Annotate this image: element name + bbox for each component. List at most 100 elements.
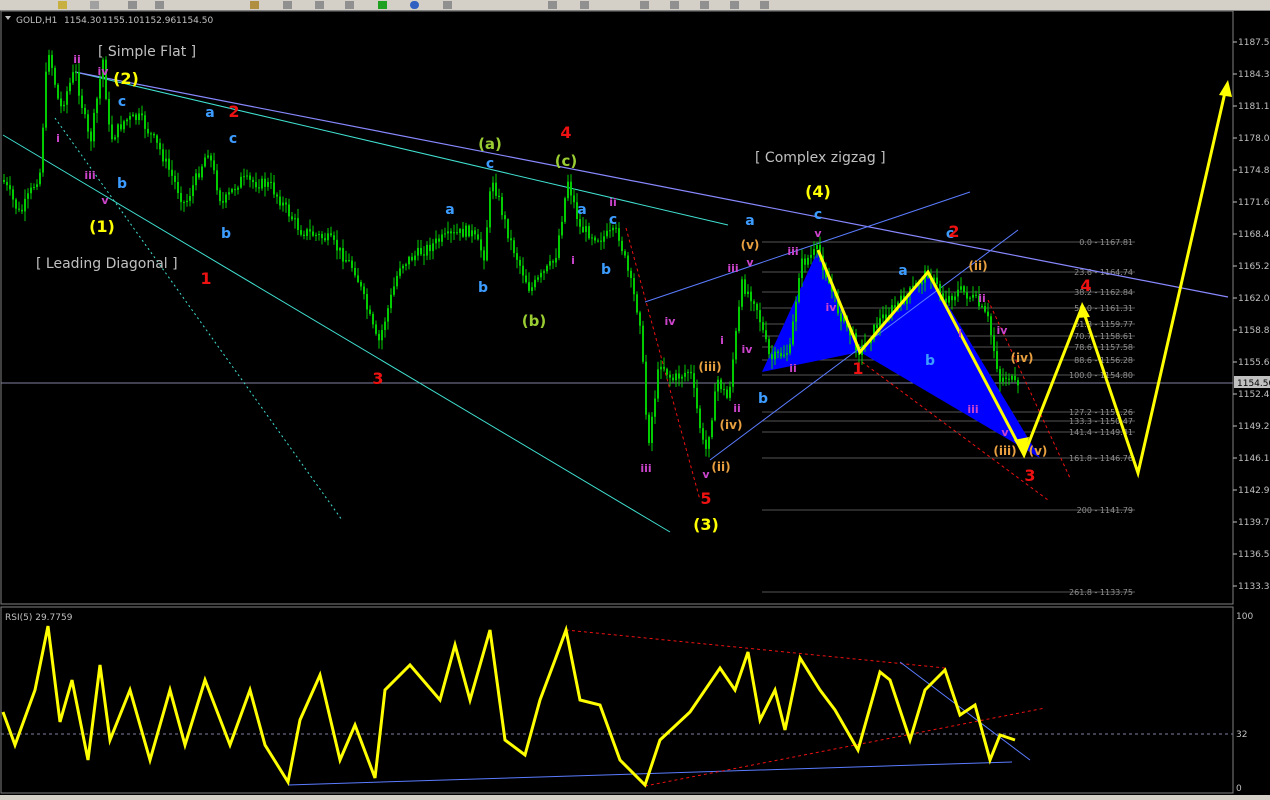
candle-body	[429, 244, 431, 252]
toolbar-button[interactable]	[443, 1, 452, 9]
candle-body	[84, 107, 86, 115]
toolbar-button[interactable]	[315, 1, 324, 9]
candle-body	[693, 373, 695, 388]
candle-body	[738, 306, 740, 332]
candle-body	[342, 248, 344, 262]
toolbar-button[interactable]	[128, 1, 137, 9]
fib-level-label: 161.8 - 1146.76	[1069, 454, 1133, 463]
candle-body	[336, 239, 338, 251]
candle-body	[45, 71, 47, 128]
candle-body	[390, 294, 392, 309]
toolbar-button[interactable]	[700, 1, 709, 9]
wave-label: (1)	[89, 217, 115, 236]
candle-body	[39, 172, 41, 185]
candle-body	[402, 265, 404, 269]
wave-label: ii	[733, 402, 741, 415]
candle-body	[165, 158, 167, 162]
wave-label: i	[571, 254, 575, 267]
candle-body	[282, 202, 284, 206]
toolbar-button[interactable]	[670, 1, 679, 9]
price-chart-frame	[0, 10, 1234, 605]
toolbar-button[interactable]	[250, 1, 259, 9]
candle-body	[801, 258, 803, 279]
wave-label: 2	[948, 222, 959, 241]
candle-body	[267, 181, 269, 187]
candle-body	[975, 294, 977, 296]
toolbar-button[interactable]	[410, 1, 419, 9]
candle-body	[984, 306, 986, 312]
toolbar-button[interactable]	[640, 1, 649, 9]
wave-label: 5	[700, 489, 711, 508]
rsi-level-0: 0	[1236, 784, 1242, 794]
candle-body	[150, 133, 152, 135]
candle-body	[1011, 375, 1013, 380]
candle-body	[753, 301, 755, 304]
wave-label: (c)	[555, 152, 578, 170]
toolbar-button[interactable]	[155, 1, 164, 9]
price-tick-label: 1136.52	[1238, 550, 1270, 560]
candle-body	[285, 202, 287, 205]
toolbar-button[interactable]	[283, 1, 292, 9]
toolbar-button[interactable]	[580, 1, 589, 9]
price-tick-label: 1139.72	[1238, 518, 1270, 528]
price-tick-label: 1146.12	[1238, 454, 1270, 464]
candle-body	[654, 398, 656, 417]
candle-body	[180, 193, 182, 203]
candle-body	[714, 391, 716, 421]
fib-level-label: 100.0 - 1154.80	[1069, 371, 1133, 380]
statusbar	[0, 795, 1270, 800]
toolbar-button[interactable]	[90, 1, 99, 9]
candle-body	[558, 235, 560, 258]
toolbar-button[interactable]	[548, 1, 557, 9]
wave-label: (iv)	[1011, 351, 1034, 365]
candle-body	[108, 99, 110, 125]
wave-label: ii	[73, 53, 81, 66]
candle-body	[360, 281, 362, 287]
candle-body	[687, 371, 689, 373]
price-axis: 1187.57 1184.37 1181.17 1178.02 1174.82 1171.…	[1233, 38, 1270, 592]
candle-body	[51, 55, 53, 68]
wave-label: c	[118, 94, 126, 110]
candle-body	[723, 389, 725, 391]
candle-body	[18, 208, 20, 210]
candle-body	[501, 196, 503, 216]
candle-body	[894, 305, 896, 308]
candle-body	[90, 131, 92, 142]
candle-body	[411, 256, 413, 261]
toolbar-button[interactable]	[730, 1, 739, 9]
candle-body	[315, 234, 317, 236]
candle-body	[552, 261, 554, 263]
wave-label: c	[609, 212, 617, 228]
candle-body	[63, 104, 65, 107]
candle-body	[33, 186, 35, 188]
toolbar-button[interactable]	[58, 1, 67, 9]
candle-body	[540, 272, 542, 278]
toolbar-button[interactable]	[760, 1, 769, 9]
chart-window[interactable]: 1187.57 1184.37 1181.17 1178.02 1174.82 1171.…	[0, 10, 1270, 795]
wave-label: iii	[967, 403, 978, 416]
candle-body	[1017, 380, 1019, 386]
candle-body	[747, 291, 749, 294]
wave-label: (ii)	[711, 460, 730, 474]
candle-body	[534, 279, 536, 288]
wave-label: (iv)	[720, 418, 743, 432]
toolbar-button[interactable]	[345, 1, 354, 9]
candle-body	[987, 311, 989, 317]
wave-label: a	[205, 105, 214, 121]
wave-label: 3	[372, 369, 383, 388]
candle-body	[279, 196, 281, 206]
wave-label: 4	[560, 123, 571, 142]
candle-body	[741, 279, 743, 307]
candle-body	[996, 351, 998, 369]
wave-label: iv	[742, 343, 754, 356]
candle-body	[459, 228, 461, 234]
candle-body	[300, 230, 302, 235]
wave-label: v	[702, 468, 710, 481]
candle-body	[378, 333, 380, 341]
candle-body	[144, 115, 146, 129]
add-icon[interactable]	[378, 1, 387, 9]
candle-body	[207, 155, 209, 158]
candle-body	[606, 230, 608, 237]
candle-body	[726, 389, 728, 398]
candle-body	[795, 301, 797, 322]
